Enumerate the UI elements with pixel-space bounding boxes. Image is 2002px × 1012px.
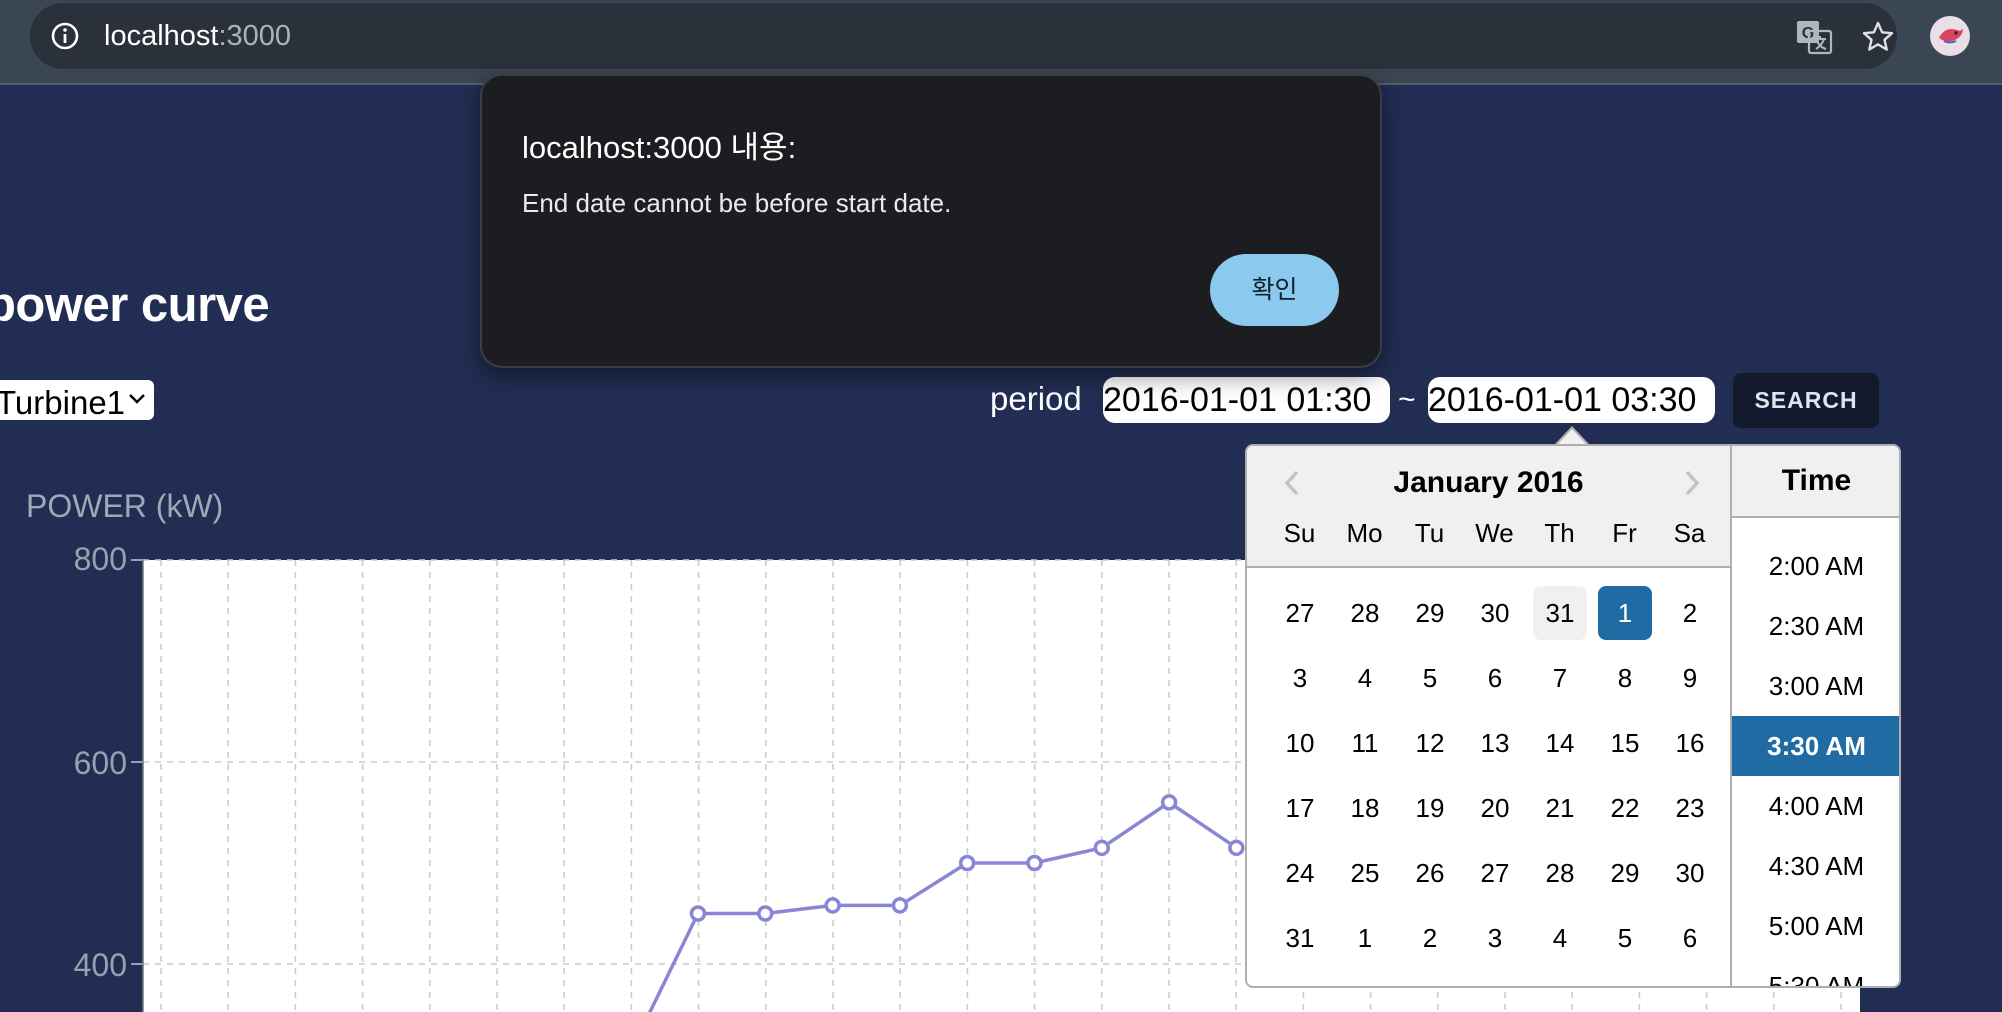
calendar-day[interactable]: 28	[1533, 846, 1587, 900]
data-point	[1160, 794, 1178, 811]
calendar-day[interactable]: 31	[1273, 911, 1327, 965]
calendar-day[interactable]: 30	[1663, 846, 1717, 900]
calendar-day[interactable]: 2	[1403, 911, 1457, 965]
calendar-day[interactable]: 11	[1338, 716, 1392, 770]
alert-ok-button[interactable]: 확인	[1210, 254, 1339, 326]
calendar-day[interactable]: 4	[1533, 911, 1587, 965]
datepicker-pointer-fill	[1557, 429, 1587, 445]
chevron-right-icon[interactable]	[1677, 464, 1707, 502]
calendar-day[interactable]: 13	[1468, 716, 1522, 770]
datepicker-time-header: Time	[1732, 446, 1899, 518]
calendar-day[interactable]: 19	[1403, 781, 1457, 835]
weekday-label: Mo	[1346, 518, 1383, 548]
time-option[interactable]: 3:30 AM	[1732, 716, 1899, 776]
time-option[interactable]: 2:00 AM	[1732, 536, 1899, 596]
alert-dialog: localhost:3000 내용: End date cannot be be…	[480, 74, 1382, 368]
data-point	[891, 897, 909, 914]
weekday-label: We	[1475, 518, 1514, 548]
time-option[interactable]: 5:30 AM	[1732, 956, 1899, 986]
calendar-day[interactable]: 14	[1533, 716, 1587, 770]
calendar-day[interactable]: 29	[1598, 846, 1652, 900]
weekday-label: Fr	[1612, 518, 1637, 548]
data-point	[757, 905, 774, 922]
datepicker-month-label: January 2016	[1393, 466, 1584, 499]
weekday-label: Su	[1283, 518, 1316, 548]
time-option[interactable]: 3:00 AM	[1732, 656, 1899, 716]
datepicker-header: January 2016 Su Mo Tu We Th Fr Sa	[1247, 446, 1730, 568]
alert-message: End date cannot be before start date.	[522, 188, 952, 218]
data-point	[824, 897, 841, 914]
time-option[interactable]: 4:30 AM	[1732, 836, 1899, 896]
calendar-day[interactable]: 20	[1468, 781, 1522, 835]
time-option[interactable]: 5:00 AM	[1732, 896, 1899, 956]
alert-title: localhost:3000 내용:	[522, 130, 797, 165]
calendar-day[interactable]: 16	[1663, 716, 1717, 770]
calendar-day[interactable]: 15	[1598, 716, 1652, 770]
calendar-day[interactable]: 24	[1273, 846, 1327, 900]
calendar-day[interactable]: 7	[1533, 651, 1587, 705]
calendar-day[interactable]: 1	[1338, 911, 1392, 965]
calendar-day[interactable]: 5	[1403, 651, 1457, 705]
calendar-day[interactable]: 25	[1338, 846, 1392, 900]
calendar-day[interactable]: 29	[1403, 586, 1457, 640]
calendar-day[interactable]: 12	[1403, 716, 1457, 770]
data-point	[1228, 839, 1245, 857]
calendar-day[interactable]: 2	[1663, 586, 1717, 640]
calendar-day[interactable]: 31	[1533, 586, 1587, 640]
calendar-day[interactable]: 22	[1598, 781, 1652, 835]
time-option[interactable]: 2:30 AM	[1732, 596, 1899, 656]
calendar-day[interactable]: 6	[1468, 651, 1522, 705]
calendar-day[interactable]: 10	[1273, 716, 1327, 770]
calendar-day[interactable]: 27	[1468, 846, 1522, 900]
calendar-day[interactable]: 18	[1338, 781, 1392, 835]
data-point	[1026, 854, 1043, 872]
time-option[interactable]: 4:00 AM	[1732, 776, 1899, 836]
weekday-label: Tu	[1414, 518, 1445, 548]
calendar-day[interactable]: 4	[1338, 651, 1392, 705]
calendar-day[interactable]: 21	[1533, 781, 1587, 835]
calendar-day[interactable]: 5	[1598, 911, 1652, 965]
calendar-day[interactable]: 1	[1598, 586, 1652, 640]
calendar-day[interactable]: 6	[1663, 911, 1717, 965]
calendar-day[interactable]: 3	[1273, 651, 1327, 705]
datepicker-popup: January 2016 Su Mo Tu We Th Fr Sa 27 28 29 30 31 1 2…	[1245, 444, 1901, 988]
calendar-day[interactable]: 26	[1403, 846, 1457, 900]
weekday-label: Sa	[1673, 518, 1706, 548]
datepicker-calendar: January 2016 Su Mo Tu We Th Fr Sa 27 28 29 30 31 1 2…	[1247, 446, 1730, 986]
data-point	[958, 854, 976, 872]
calendar-day[interactable]: 8	[1598, 651, 1652, 705]
calendar-day[interactable]: 23	[1663, 781, 1717, 835]
data-point	[689, 905, 707, 922]
weekday-label: Th	[1544, 518, 1575, 548]
calendar-day[interactable]: 27	[1273, 586, 1327, 640]
calendar-day[interactable]: 3	[1468, 911, 1522, 965]
calendar-day[interactable]: 9	[1663, 651, 1717, 705]
datepicker-time-column: Time 2:00 AM 2:30 AM 3:00 AM 3:30 AM 4:00 AM…	[1730, 446, 1899, 986]
calendar-day[interactable]: 17	[1273, 781, 1327, 835]
calendar-day[interactable]: 30	[1468, 586, 1522, 640]
calendar-day[interactable]: 28	[1338, 586, 1392, 640]
data-point	[1093, 839, 1111, 857]
